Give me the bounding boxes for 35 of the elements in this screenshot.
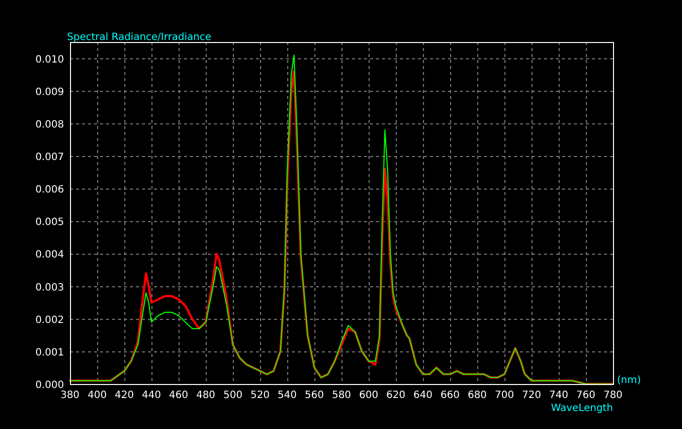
- x-tick-label: 380: [60, 390, 80, 401]
- x-tick-label: 700: [494, 390, 514, 401]
- x-tick-label: 520: [250, 390, 270, 401]
- unit-label: (nm): [617, 375, 641, 386]
- x-tick-label: 600: [359, 390, 378, 401]
- x-tick-label: 400: [88, 390, 107, 401]
- y-tick-label: 0.006: [35, 184, 64, 196]
- x-tick-label: 740: [549, 390, 568, 401]
- x-tick-label: 760: [576, 390, 596, 401]
- x-tick-label: 540: [278, 390, 297, 401]
- x-tick-label: 620: [386, 390, 406, 401]
- x-tick-label: 440: [142, 390, 161, 401]
- x-tick-label: 680: [468, 390, 487, 401]
- x-tick-label: 720: [522, 390, 542, 401]
- y-tick-label: 0.008: [35, 119, 64, 130]
- x-tick-label: 640: [413, 390, 432, 401]
- x-tick-label: 560: [304, 390, 324, 401]
- y-tick-label: 0.007: [35, 152, 64, 163]
- x-tick-label: 780: [603, 390, 623, 401]
- y-tick-label: 0.004: [35, 250, 64, 261]
- x-tick-label: 660: [440, 390, 460, 401]
- y-tick-label: 0.010: [35, 54, 64, 66]
- y-tick-label: 0.000: [35, 380, 64, 391]
- y-tick-label: 0.009: [35, 86, 64, 98]
- x-tick-label: 580: [332, 390, 352, 401]
- chart-title: Spectral Radiance/Irradiance: [67, 32, 212, 43]
- y-tick-label: 0.001: [35, 347, 64, 358]
- y-tick-label: 0.005: [35, 217, 64, 228]
- y-tick-label: 0.003: [35, 282, 64, 294]
- x-axis-label: WaveLength: [551, 403, 613, 414]
- x-tick-label: 420: [114, 390, 134, 401]
- x-tick-label: 480: [196, 390, 216, 401]
- x-tick-label: 460: [169, 390, 188, 401]
- y-tick-label: 0.002: [35, 314, 64, 326]
- x-tick-label: 500: [223, 390, 242, 401]
